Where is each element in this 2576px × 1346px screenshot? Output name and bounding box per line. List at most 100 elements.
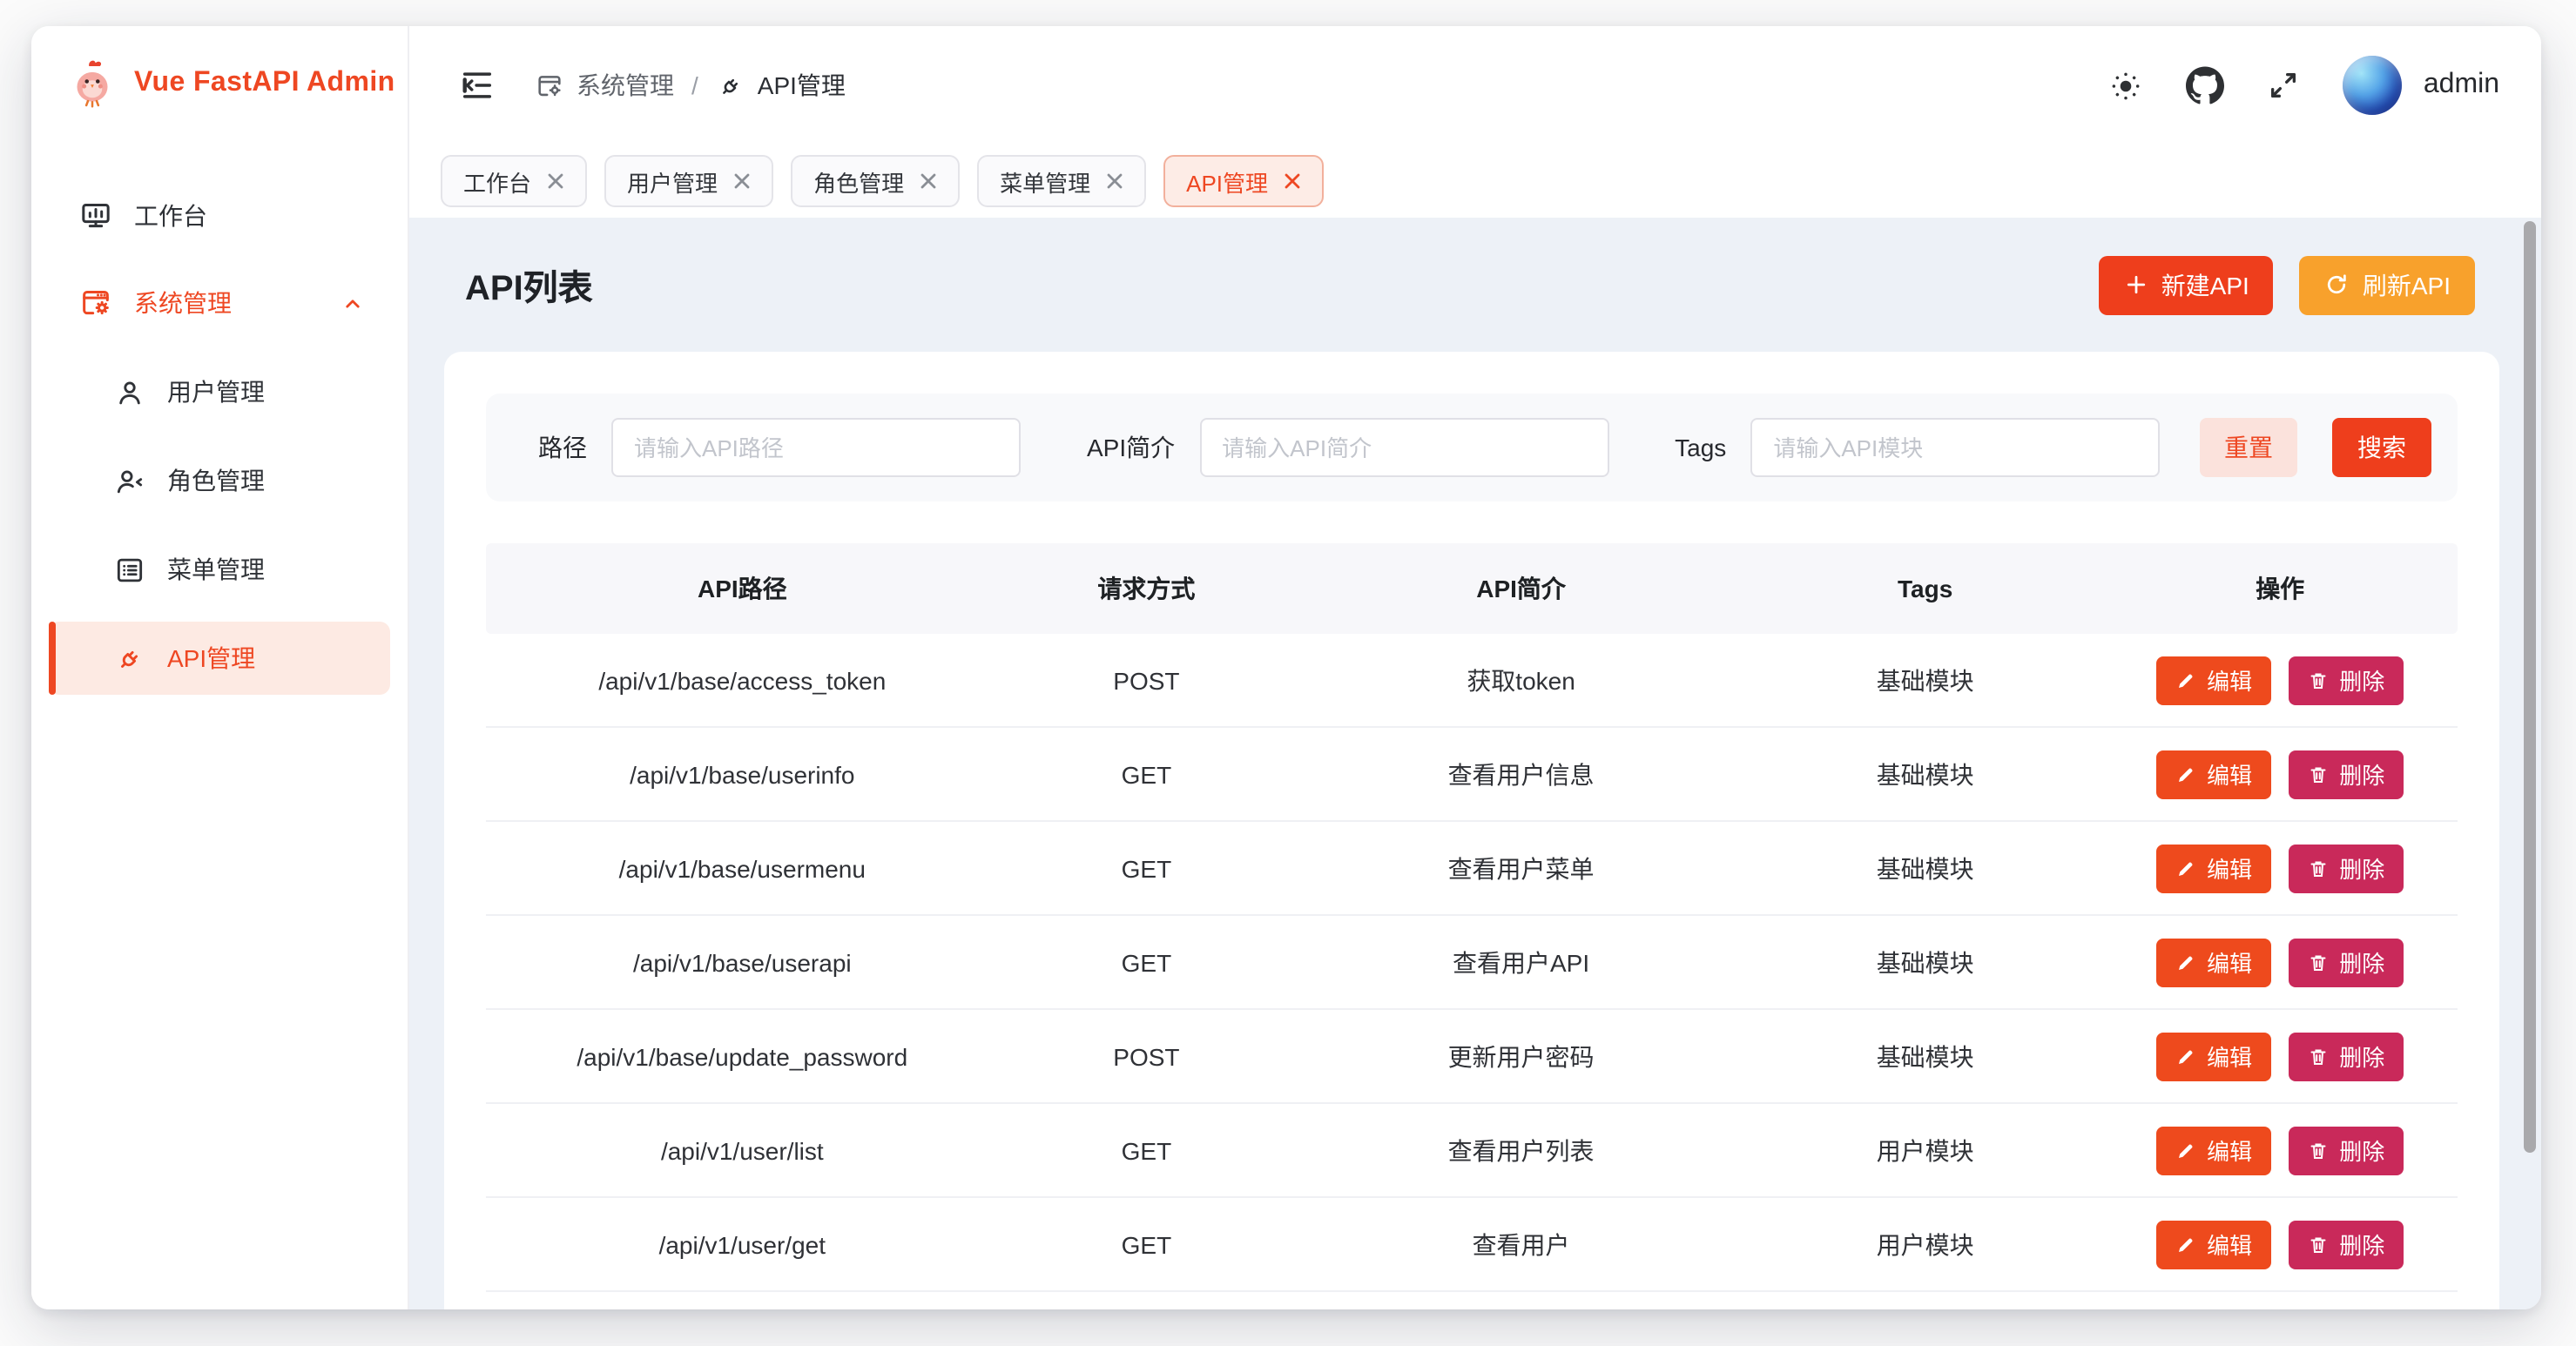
table-row: /api/v1/user/list GET 查看用户列表 用户模块 编辑 删除: [486, 1104, 2458, 1198]
fullscreen-button[interactable]: [2267, 68, 2302, 103]
cell-tags: 基础模块: [1748, 663, 2103, 697]
reset-button[interactable]: 重置: [2200, 418, 2297, 477]
close-icon[interactable]: [547, 172, 564, 190]
sidebar-item-workbench[interactable]: 工作台: [49, 179, 390, 252]
github-button[interactable]: [2187, 66, 2225, 104]
api-plug-icon: [716, 71, 745, 100]
trash-icon: [2308, 1046, 2329, 1067]
vertical-scrollbar[interactable]: [2524, 221, 2536, 1153]
path-filter-input[interactable]: [611, 418, 1021, 477]
tab-workbench[interactable]: 工作台: [441, 155, 587, 207]
tab-label: 用户管理: [627, 165, 718, 198]
cell-summary: 查看用户菜单: [1294, 851, 1748, 885]
user-avatar[interactable]: [2343, 56, 2403, 115]
cell-tags: 基础模块: [1748, 757, 2103, 791]
menu-list-icon: [113, 553, 146, 586]
trash-icon: [2308, 1140, 2329, 1161]
edit-button[interactable]: 编辑: [2156, 938, 2271, 986]
cell-api-path: /api/v1/base/userapi: [486, 948, 999, 976]
refresh-api-button[interactable]: 刷新API: [2300, 255, 2475, 314]
api-list-card: 路径 API简介 Tags 重置 搜索: [444, 352, 2499, 1309]
close-icon[interactable]: [920, 172, 937, 190]
sidebar-item-menus[interactable]: 菜单管理: [49, 533, 390, 606]
cell-summary: 查看用户: [1294, 1227, 1748, 1262]
breadcrumb-item-system[interactable]: 系统管理: [535, 68, 674, 103]
refresh-icon: [2324, 272, 2350, 298]
edit-button[interactable]: 编辑: [2156, 844, 2271, 892]
collapse-sidebar-icon: [458, 66, 496, 104]
trash-icon: [2308, 1234, 2329, 1255]
sidebar-item-api[interactable]: API管理: [49, 622, 390, 695]
column-header-method: 请求方式: [999, 571, 1295, 606]
trash-icon: [2308, 670, 2329, 690]
trash-icon: [2308, 858, 2329, 878]
sidebar-item-label: 角色管理: [167, 463, 265, 498]
cell-method: GET: [999, 854, 1295, 882]
delete-button[interactable]: 删除: [2289, 844, 2404, 892]
tab-users[interactable]: 用户管理: [604, 155, 773, 207]
delete-button[interactable]: 删除: [2289, 1220, 2404, 1269]
pencil-icon: [2175, 670, 2196, 690]
sidebar-item-system[interactable]: 系统管理: [49, 266, 390, 340]
cell-summary: 查看用户API: [1294, 945, 1748, 979]
app-logo[interactable]: Vue FastAPI Admin: [31, 26, 408, 141]
fullscreen-icon: [2267, 68, 2302, 103]
edit-button[interactable]: 编辑: [2156, 1126, 2271, 1174]
sidebar-item-label: 系统管理: [134, 286, 232, 320]
cell-api-path: /api/v1/base/usermenu: [486, 854, 999, 882]
tab-label: API管理: [1186, 165, 1268, 198]
cell-method: POST: [999, 1042, 1295, 1070]
delete-button[interactable]: 删除: [2289, 938, 2404, 986]
delete-button[interactable]: 删除: [2289, 1032, 2404, 1080]
sidebar-item-users[interactable]: 用户管理: [49, 355, 390, 428]
tab-menus[interactable]: 菜单管理: [977, 155, 1146, 207]
delete-button[interactable]: 删除: [2289, 750, 2404, 798]
app-title: Vue FastAPI Admin: [134, 68, 395, 99]
sidebar-item-label: 菜单管理: [167, 552, 265, 587]
theme-toggle-button[interactable]: [2108, 67, 2145, 104]
sidebar-item-roles[interactable]: 角色管理: [49, 444, 390, 517]
cell-method: GET: [999, 948, 1295, 976]
delete-button[interactable]: 删除: [2289, 1126, 2404, 1174]
cell-tags: 基础模块: [1748, 945, 2103, 979]
tab-label: 角色管理: [813, 165, 904, 198]
sidebar-collapse-button[interactable]: [458, 66, 496, 104]
breadcrumb-label: 系统管理: [577, 68, 674, 103]
close-icon[interactable]: [733, 172, 751, 190]
window-gear-icon: [535, 71, 564, 100]
table-header: API路径 请求方式 API简介 Tags 操作: [486, 543, 2458, 634]
delete-button[interactable]: 删除: [2289, 656, 2404, 704]
edit-button[interactable]: 编辑: [2156, 1220, 2271, 1269]
window-gear-icon: [78, 286, 113, 320]
tab-api[interactable]: API管理: [1163, 155, 1324, 207]
search-button[interactable]: 搜索: [2332, 418, 2431, 477]
table-row: /api/v1/base/userapi GET 查看用户API 基础模块 编辑…: [486, 916, 2458, 1010]
sidebar-item-label: API管理: [167, 641, 255, 676]
edit-button[interactable]: 编辑: [2156, 750, 2271, 798]
summary-filter-input[interactable]: [1199, 418, 1608, 477]
cell-method: POST: [999, 666, 1295, 694]
cell-api-path: /api/v1/user/get: [486, 1230, 999, 1258]
chevron-up-icon: [340, 290, 366, 316]
edit-button[interactable]: 编辑: [2156, 1032, 2271, 1080]
tab-roles[interactable]: 角色管理: [791, 155, 960, 207]
pencil-icon: [2175, 952, 2196, 972]
cell-tags: 用户模块: [1748, 1133, 2103, 1168]
tags-filter-input[interactable]: [1750, 418, 2160, 477]
pencil-icon: [2175, 1140, 2196, 1161]
edit-button[interactable]: 编辑: [2156, 656, 2271, 704]
cell-api-path: /api/v1/base/userinfo: [486, 760, 999, 788]
tab-label: 工作台: [463, 165, 531, 198]
close-icon[interactable]: [1106, 172, 1123, 190]
trash-icon: [2308, 764, 2329, 784]
close-icon[interactable]: [1284, 172, 1301, 190]
breadcrumb-item-api[interactable]: API管理: [716, 68, 846, 103]
filter-bar: 路径 API简介 Tags 重置 搜索: [486, 394, 2458, 501]
table-row: /api/v1/base/update_password POST 更新用户密码…: [486, 1010, 2458, 1104]
chicken-logo-icon: [66, 57, 118, 110]
username[interactable]: admin: [2424, 70, 2499, 101]
cell-summary: 获取token: [1294, 663, 1748, 697]
new-api-button[interactable]: 新建API: [2099, 255, 2274, 314]
path-filter-label: 路径: [538, 430, 587, 465]
api-table: API路径 请求方式 API简介 Tags 操作 /api/v1/base/ac…: [486, 543, 2458, 1292]
